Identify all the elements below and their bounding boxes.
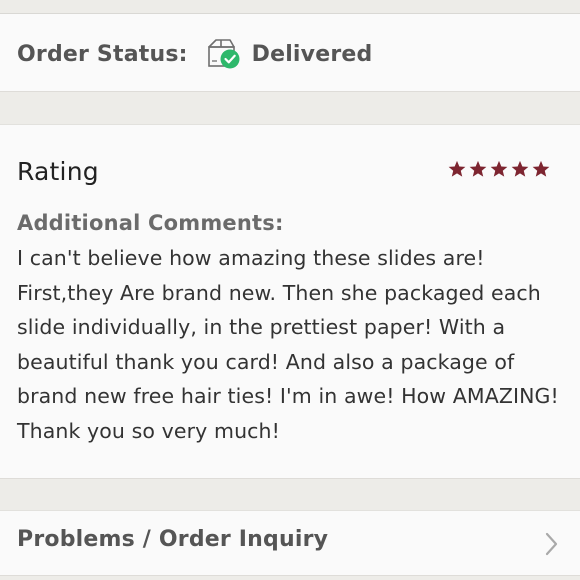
star-icon xyxy=(469,160,487,177)
star-icon xyxy=(511,160,529,177)
delivered-box-icon xyxy=(204,37,242,71)
order-inquiry-label: Problems / Order Inquiry xyxy=(17,527,329,552)
comments-label: Additional Comments: xyxy=(17,211,284,235)
comments-text: I can't believe how amazing these slides… xyxy=(17,246,559,443)
star-icon xyxy=(532,160,550,177)
star-icon xyxy=(448,160,466,177)
order-status-value: Delivered xyxy=(251,41,373,67)
chevron-right-icon xyxy=(545,532,558,556)
order-status-row: Order Status: Delivered xyxy=(17,38,372,70)
rating-stars xyxy=(448,160,550,178)
rating-title: Rating xyxy=(17,157,99,186)
order-status-card: Order Status: Delivered xyxy=(0,13,580,92)
order-inquiry-row[interactable]: Problems / Order Inquiry xyxy=(0,510,580,576)
rating-card: Rating Additional Comments: I can't beli… xyxy=(0,124,580,479)
star-icon xyxy=(490,160,508,177)
order-status-label: Order Status: xyxy=(17,41,188,67)
